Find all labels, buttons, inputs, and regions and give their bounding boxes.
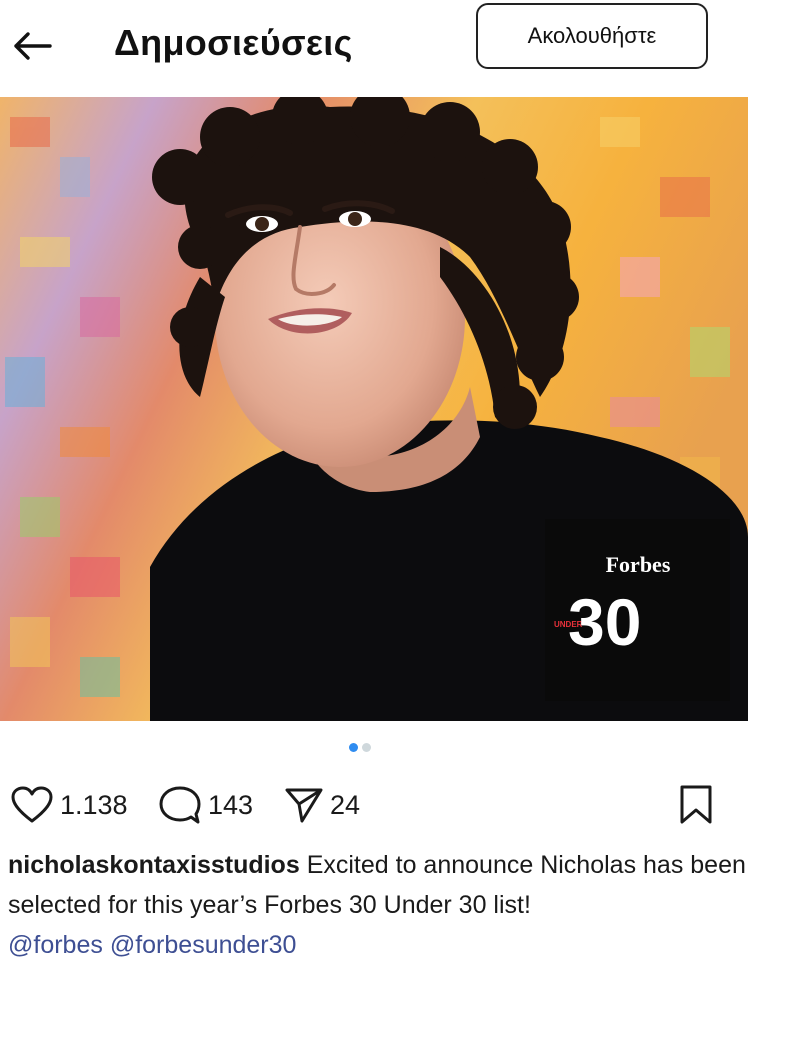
share-count: 24: [330, 789, 361, 820]
send-icon: [285, 788, 323, 823]
like-count: 1.138: [60, 789, 128, 820]
mention-forbes[interactable]: @forbes: [8, 931, 103, 959]
action-bar: 1.138 143 24: [0, 782, 785, 828]
caption-username[interactable]: nicholaskontaxisstudios: [8, 851, 300, 879]
bookmark-icon: [680, 785, 712, 824]
post-caption: nicholaskontaxisstudios Excited to annou…: [8, 845, 768, 965]
follow-button[interactable]: Ακολουθήστε: [476, 3, 708, 69]
page-title: Δημοσιεύσεις: [114, 22, 353, 63]
comment-button[interactable]: 143: [158, 782, 253, 828]
comment-count: 143: [208, 789, 254, 820]
carousel-indicator: [349, 743, 371, 752]
carousel-dot-active: [349, 743, 358, 752]
arrow-left-icon: [14, 32, 52, 60]
comment-icon: [159, 786, 201, 824]
mention-forbesunder30[interactable]: @forbesunder30: [110, 931, 297, 959]
post-photo[interactable]: Forbes UNDER 30: [0, 97, 748, 721]
top-bar: Δημοσιεύσεις Ακολουθήστε: [0, 0, 785, 96]
like-button[interactable]: 1.138: [10, 782, 128, 828]
save-button[interactable]: [676, 782, 716, 828]
photo-artwork: Forbes UNDER 30: [0, 97, 748, 721]
forbes-brand-text: Forbes: [606, 552, 671, 577]
back-button[interactable]: [8, 22, 56, 70]
heart-icon: [11, 786, 53, 823]
share-button[interactable]: 24: [284, 782, 360, 828]
carousel-dot: [362, 743, 371, 752]
badge-number-text: 30: [568, 585, 641, 659]
